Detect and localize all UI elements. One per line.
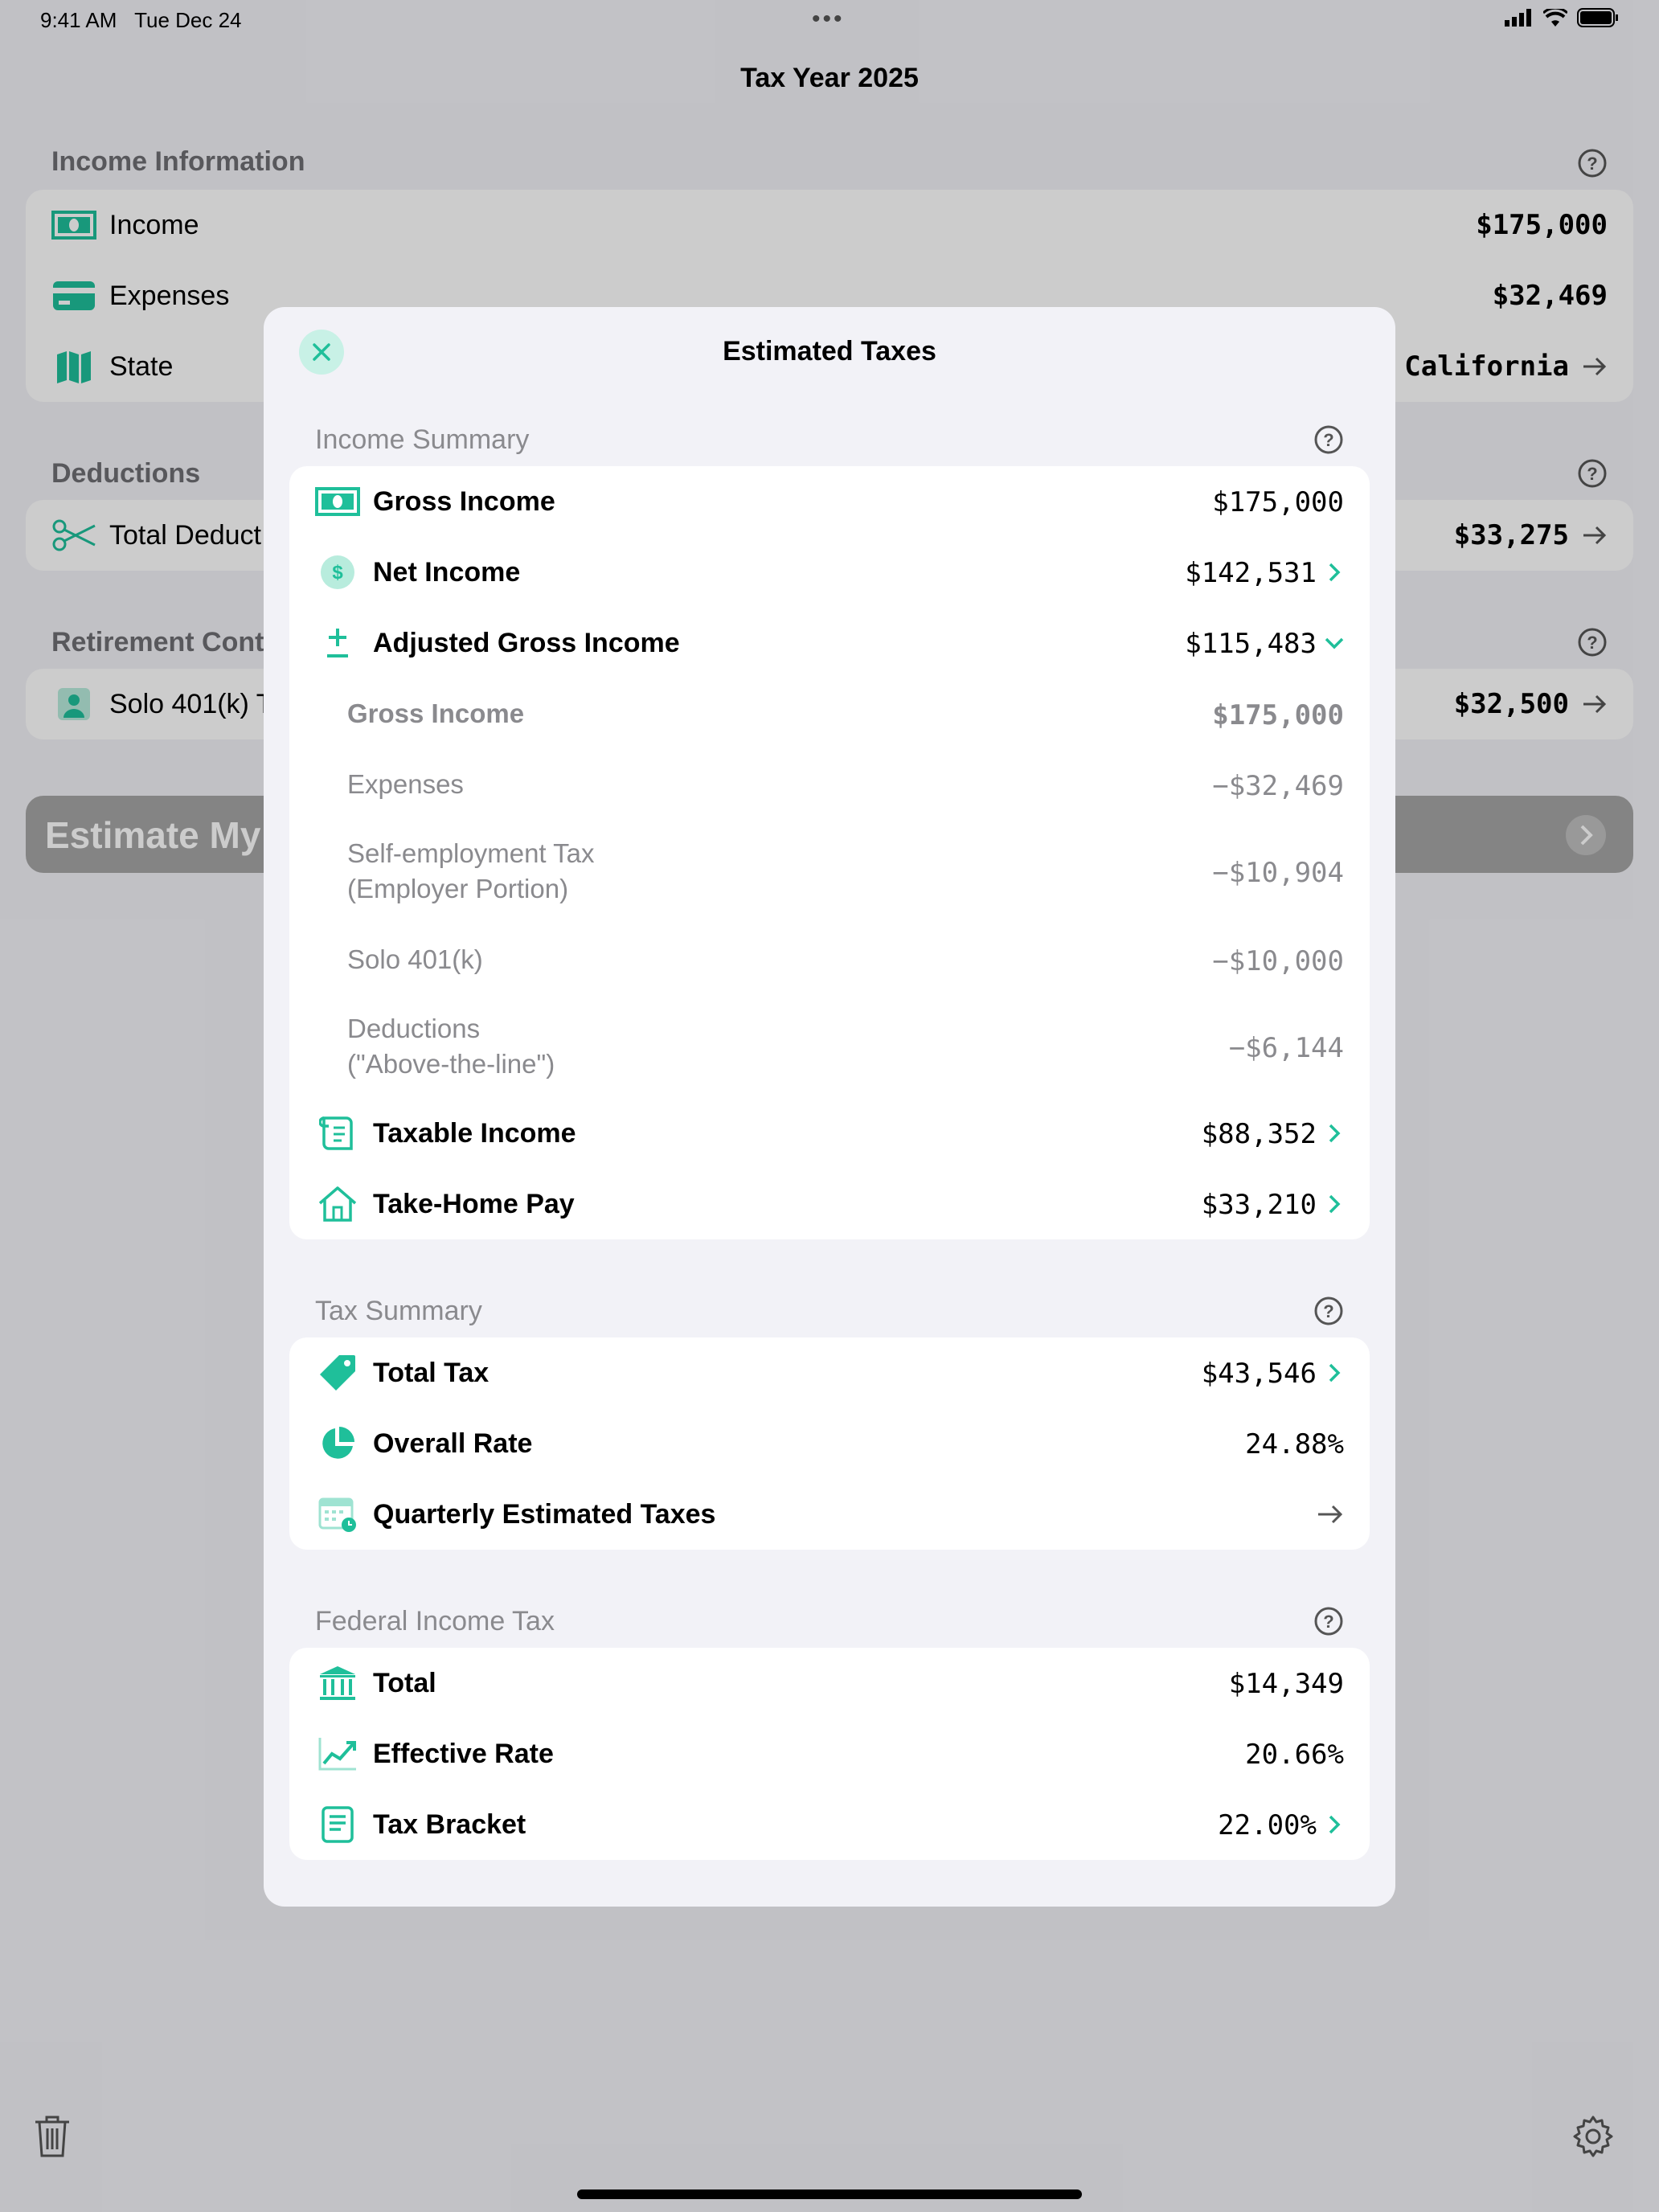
total-tax-label: Total Tax (373, 1358, 490, 1388)
effective-rate-value: 20.66% (1245, 1739, 1344, 1771)
gross-income-label: Gross Income (373, 486, 555, 517)
net-income-value: $142,531 (1185, 557, 1317, 589)
net-income-label: Net Income (373, 557, 521, 588)
chevron-right-icon (1329, 563, 1341, 582)
breakdown-value: −$6,144 (1228, 1032, 1344, 1064)
tag-icon (315, 1354, 360, 1392)
breakdown-label: Solo 401(k) (347, 944, 483, 974)
overall-rate-value: 24.88% (1245, 1428, 1344, 1460)
federal-income-tax-title: Federal Income Tax (315, 1606, 555, 1636)
agi-value: $115,483 (1185, 628, 1317, 660)
chevron-right-icon (1329, 1124, 1341, 1143)
money-icon (315, 482, 360, 521)
breakdown-value: −$10,904 (1212, 857, 1344, 889)
question-icon[interactable]: ? (1313, 1606, 1344, 1636)
gross-income-row: Gross Income $175,000 (289, 466, 1370, 537)
document-icon (315, 1805, 360, 1844)
estimated-taxes-sheet: Estimated Taxes Income Summary ? Gross I… (264, 307, 1395, 1907)
tax-bracket-value: 22.00% (1218, 1809, 1317, 1841)
breakdown-label: Gross Income (347, 698, 525, 728)
income-summary-card: Gross Income $175,000 $ Net Income $142,… (289, 466, 1370, 1239)
taxable-income-label: Taxable Income (373, 1118, 576, 1149)
effective-rate-row: Effective Rate 20.66% (289, 1718, 1370, 1789)
breakdown-value: $175,000 (1212, 699, 1344, 731)
chevron-down-icon (1325, 637, 1344, 649)
scroll-icon (315, 1114, 360, 1153)
take-home-pay-value: $33,210 (1201, 1189, 1317, 1221)
chevron-right-icon (1329, 1363, 1341, 1382)
bank-icon (315, 1664, 360, 1702)
question-icon[interactable]: ? (1313, 424, 1344, 455)
agi-label: Adjusted Gross Income (373, 628, 680, 658)
question-icon[interactable]: ? (1313, 1296, 1344, 1326)
quarterly-taxes-row[interactable]: Quarterly Estimated Taxes (289, 1479, 1370, 1550)
plus-minus-icon (315, 624, 360, 662)
effective-rate-label: Effective Rate (373, 1739, 554, 1769)
sheet-title: Estimated Taxes (723, 336, 936, 367)
take-home-pay-row[interactable]: Take-Home Pay $33,210 (289, 1169, 1370, 1239)
svg-text:?: ? (1323, 1301, 1333, 1321)
arrow-right-icon (1318, 1505, 1343, 1524)
chevron-right-icon (1329, 1815, 1341, 1834)
chevron-right-icon (1329, 1194, 1341, 1214)
breakdown-value: −$10,000 (1212, 945, 1344, 977)
breakdown-label: Self-employment Tax (Employer Portion) (347, 838, 595, 903)
svg-text:$: $ (332, 562, 343, 584)
net-income-row[interactable]: $ Net Income $142,531 (289, 537, 1370, 608)
federal-income-tax-card: Total $14,349 Effective Rate 20.66% Tax … (289, 1648, 1370, 1860)
dollar-icon: $ (315, 553, 360, 592)
breakdown-label: Expenses (347, 769, 464, 799)
total-tax-row[interactable]: Total Tax $43,546 (289, 1337, 1370, 1408)
gross-income-value: $175,000 (1212, 486, 1344, 518)
overall-rate-label: Overall Rate (373, 1428, 533, 1459)
agi-breakdown-expenses: Expenses −$32,469 (289, 749, 1370, 820)
overall-rate-row: Overall Rate 24.88% (289, 1408, 1370, 1479)
tax-bracket-label: Tax Bracket (373, 1809, 526, 1840)
tax-summary-title: Tax Summary (315, 1296, 482, 1326)
federal-total-row: Total $14,349 (289, 1648, 1370, 1718)
svg-text:?: ? (1323, 1612, 1333, 1632)
agi-breakdown-se-tax: Self-employment Tax (Employer Portion) −$… (289, 820, 1370, 924)
taxable-income-value: $88,352 (1201, 1118, 1317, 1150)
agi-breakdown-solo-401k: Solo 401(k) −$10,000 (289, 924, 1370, 995)
total-tax-value: $43,546 (1201, 1358, 1317, 1390)
tax-summary-card: Total Tax $43,546 Overall Rate 24.88% Qu… (289, 1337, 1370, 1550)
breakdown-label: Deductions ("Above-the-line") (347, 1014, 555, 1079)
calendar-icon (315, 1495, 360, 1534)
agi-breakdown-gross: Gross Income $175,000 (289, 678, 1370, 749)
breakdown-value: −$32,469 (1212, 770, 1344, 802)
take-home-pay-label: Take-Home Pay (373, 1189, 575, 1219)
federal-total-value: $14,349 (1228, 1668, 1344, 1700)
income-summary-title: Income Summary (315, 424, 530, 455)
agi-breakdown-deductions: Deductions ("Above-the-line") −$6,144 (289, 995, 1370, 1100)
quarterly-taxes-label: Quarterly Estimated Taxes (373, 1499, 716, 1530)
svg-text:?: ? (1323, 430, 1333, 450)
chart-icon (315, 1735, 360, 1773)
federal-total-label: Total (373, 1668, 436, 1698)
pie-icon (315, 1424, 360, 1463)
agi-row[interactable]: Adjusted Gross Income $115,483 (289, 608, 1370, 678)
house-icon (315, 1185, 360, 1223)
taxable-income-row[interactable]: Taxable Income $88,352 (289, 1098, 1370, 1169)
tax-bracket-row[interactable]: Tax Bracket 22.00% (289, 1789, 1370, 1860)
